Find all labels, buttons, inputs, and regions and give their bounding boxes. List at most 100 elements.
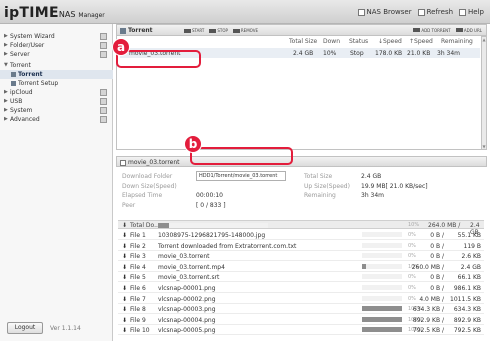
torrent-icon bbox=[120, 27, 126, 34]
scroll-down-icon[interactable]: ▼ bbox=[482, 144, 486, 149]
remove-button[interactable]: REMOVE bbox=[232, 28, 258, 33]
file-index: File 5 bbox=[130, 274, 146, 282]
torrent-toolbar: Torrent START STOP REMOVE ADD TORRENT AD… bbox=[116, 24, 487, 36]
sidebar-item-server[interactable]: ▶ Server bbox=[0, 50, 113, 59]
refresh-link[interactable]: Refresh bbox=[417, 8, 453, 16]
file-row[interactable]: ⬇ File 8 vlcsnap-00003.png 100% 634.3 KB /63… bbox=[118, 304, 484, 315]
torrent-down-speed: 178.0 KB bbox=[375, 50, 403, 57]
file-pct: 0% bbox=[408, 242, 416, 249]
file-size: 1011.5 KB bbox=[450, 295, 481, 303]
file-index: File 3 bbox=[130, 253, 146, 261]
remaining-label: Remaining bbox=[304, 192, 336, 199]
file-index: File 6 bbox=[130, 285, 146, 292]
file-progress-bar bbox=[362, 242, 402, 248]
file-row[interactable]: ⬇ File 7 vlcsnap-00002.png 0% 4.0 MB / 1011.5… bbox=[118, 294, 484, 304]
advanced-icon bbox=[100, 116, 107, 123]
add-torrent-button[interactable]: ADD TORRENT bbox=[413, 28, 451, 33]
file-row[interactable]: ⬇ File 10 vlcsnap-00005.png 100% 792.5 KB /7… bbox=[118, 325, 484, 336]
sidebar-item-torrent[interactable]: Torrent bbox=[0, 70, 113, 79]
file-row[interactable]: ⬇ File 3 movie_03.torrent 0% 0 B / 2.6 KB bbox=[118, 251, 484, 262]
stop-button[interactable]: STOP bbox=[209, 28, 228, 33]
sidebar-item-advanced[interactable]: ▶ Advanced bbox=[0, 115, 113, 124]
file-size: 792.5 KB bbox=[453, 327, 481, 335]
col-up-speed[interactable]: ↑Speed bbox=[409, 38, 433, 45]
file-size: 55.1 KB bbox=[457, 232, 481, 239]
system-icon bbox=[100, 107, 107, 114]
logo-sub: NAS bbox=[58, 10, 76, 19]
help-link[interactable]: Help bbox=[459, 8, 484, 16]
download-folder-field[interactable]: HDD1/Torrent/movie_03.torrent bbox=[196, 171, 286, 181]
scroll-up-icon[interactable]: ▲ bbox=[482, 37, 486, 42]
torrent-remaining: 3h 34m bbox=[437, 50, 461, 57]
file-pct: 0% bbox=[408, 253, 416, 260]
sidebar-item-system-wizard[interactable]: ▶ System Wizard bbox=[0, 32, 113, 41]
file-downloaded: 792.5 KB / bbox=[412, 327, 444, 335]
file-progress-bar bbox=[362, 295, 402, 301]
file-progress-bar bbox=[362, 232, 402, 237]
add-url-button[interactable]: ADD URL bbox=[455, 28, 482, 33]
files-total-pct: 10% bbox=[408, 222, 420, 228]
sidebar-item-usb[interactable]: ▶ USB bbox=[0, 97, 113, 106]
torrent-table-scrollbar[interactable]: ▲ ▼ bbox=[481, 36, 487, 150]
torrent-size: 2.4 GB bbox=[293, 50, 314, 57]
file-row[interactable]: ⬇ File 6 vlcsnap-00001.png 0% 0 B / 986.1 KB bbox=[118, 283, 484, 293]
sidebar-item-folder-user[interactable]: ▶ Folder/User bbox=[0, 41, 113, 50]
file-downloaded: 892.9 KB / bbox=[412, 316, 444, 324]
col-down-speed[interactable]: ↓Speed bbox=[378, 38, 402, 45]
stop-icon bbox=[209, 28, 217, 33]
files-total-downloaded: 264.0 MB / bbox=[428, 222, 461, 229]
wizard-icon bbox=[100, 33, 107, 40]
file-row[interactable]: ⬇ File 5 movie_03.torrent.srt 0% 0 B / 66.1 K… bbox=[118, 272, 484, 283]
torrent-icon bbox=[11, 72, 16, 77]
file-index: File 1 bbox=[130, 232, 146, 239]
total-progress-fill bbox=[158, 223, 169, 228]
file-progress-fill bbox=[362, 327, 402, 333]
file-size: 66.1 KB bbox=[457, 274, 481, 282]
nas-browser-link[interactable]: NAS Browser bbox=[357, 8, 412, 16]
sidebar-item-torrent-group[interactable]: ▼ Torrent bbox=[0, 61, 113, 70]
file-downloaded: 0 B / bbox=[430, 242, 444, 250]
file-icon bbox=[120, 159, 126, 166]
file-name: vlcsnap-00001.png bbox=[158, 285, 216, 292]
file-pct: 0% bbox=[408, 232, 416, 238]
file-row[interactable]: ⬇ File 1 10308975-1296821795-148000.jpg 0% 0… bbox=[118, 230, 484, 240]
logout-button[interactable]: Logout bbox=[7, 322, 43, 334]
file-downloaded: 0 B / bbox=[430, 274, 444, 282]
cloud-icon bbox=[100, 89, 107, 96]
logo-manager: Manager bbox=[78, 12, 105, 19]
file-row[interactable]: ⬇ File 4 movie_03.torrent.mp4 10% 260.0 MB /… bbox=[118, 262, 484, 272]
folder-icon bbox=[100, 42, 107, 49]
start-button[interactable]: START bbox=[184, 28, 204, 33]
file-progress-bar bbox=[362, 263, 402, 269]
header-links: NAS Browser Refresh Help bbox=[357, 8, 484, 16]
chevron-right-icon: ▶ bbox=[4, 51, 8, 57]
app-header: ipTIMENAS Manager NAS Browser Refresh Hel… bbox=[0, 0, 490, 24]
file-downloaded: 0 B / bbox=[430, 232, 444, 239]
file-progress-bar bbox=[362, 285, 402, 290]
torrent-table-header: Total Size Down Status ↓Speed ↑Speed Rem… bbox=[117, 36, 482, 46]
file-row[interactable]: ⬇ File 2 Torrent downloaded from Extratorr… bbox=[118, 241, 484, 251]
add-torrent-icon bbox=[413, 28, 421, 32]
col-remaining[interactable]: Remaining bbox=[441, 38, 473, 45]
col-down[interactable]: Down bbox=[323, 38, 340, 45]
file-downloaded: 260.0 MB / bbox=[411, 263, 444, 271]
col-status[interactable]: Status bbox=[349, 38, 368, 45]
file-size: 634.3 KB bbox=[453, 306, 481, 314]
file-index: File 2 bbox=[130, 242, 146, 250]
chevron-right-icon: ▶ bbox=[4, 33, 8, 39]
file-name: movie_03.torrent.srt bbox=[158, 274, 220, 282]
sidebar-item-torrent-setup[interactable]: Torrent Setup bbox=[0, 79, 113, 88]
sidebar-item-ipcloud[interactable]: ▶ ipCloud bbox=[0, 88, 113, 97]
download-arrow-icon: ⬇ bbox=[122, 306, 128, 314]
toolbar-buttons: START STOP REMOVE bbox=[184, 28, 258, 33]
settings-icon bbox=[11, 81, 16, 86]
browser-icon bbox=[357, 8, 365, 16]
col-total-size[interactable]: Total Size bbox=[289, 38, 317, 45]
file-name: vlcsnap-00003.png bbox=[158, 306, 216, 314]
logo-text: ipTIME bbox=[4, 5, 59, 21]
elapsed-time-label: Elapsed Time bbox=[122, 192, 163, 199]
sidebar-item-system[interactable]: ▶ System bbox=[0, 106, 113, 115]
file-row[interactable]: ⬇ File 9 vlcsnap-00004.png 100% 892.9 KB /89… bbox=[118, 315, 484, 325]
torrent-down: 10% bbox=[323, 50, 337, 57]
file-progress-bar bbox=[362, 327, 402, 333]
